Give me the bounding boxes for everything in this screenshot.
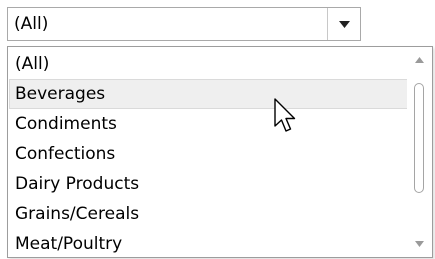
triangle-down-icon	[415, 241, 424, 247]
category-combobox[interactable]: (All)	[7, 7, 361, 41]
list-item-confections[interactable]: Confections	[9, 139, 408, 169]
triangle-down-icon	[338, 20, 350, 28]
scroll-down-button[interactable]	[407, 233, 432, 255]
list-item-dairy-products[interactable]: Dairy Products	[9, 169, 408, 199]
triangle-up-icon	[415, 57, 424, 63]
mouse-pointer-icon	[274, 98, 296, 132]
options-list: (All) Beverages Condiments Confections D…	[9, 49, 408, 257]
list-item-condiments[interactable]: Condiments	[9, 109, 408, 139]
scrollbar-thumb[interactable]	[414, 83, 424, 193]
list-item-all[interactable]: (All)	[9, 49, 408, 79]
dropdown-list: (All) Beverages Condiments Confections D…	[7, 46, 433, 258]
list-item-grains-cereals[interactable]: Grains/Cereals	[9, 199, 408, 229]
combobox-value: (All)	[14, 14, 49, 34]
list-item-beverages[interactable]: Beverages	[9, 79, 408, 109]
vertical-scrollbar[interactable]	[407, 47, 432, 257]
scroll-up-button[interactable]	[407, 49, 432, 71]
list-item-meat-poultry[interactable]: Meat/Poultry	[9, 229, 408, 257]
dropdown-button[interactable]	[327, 8, 360, 40]
